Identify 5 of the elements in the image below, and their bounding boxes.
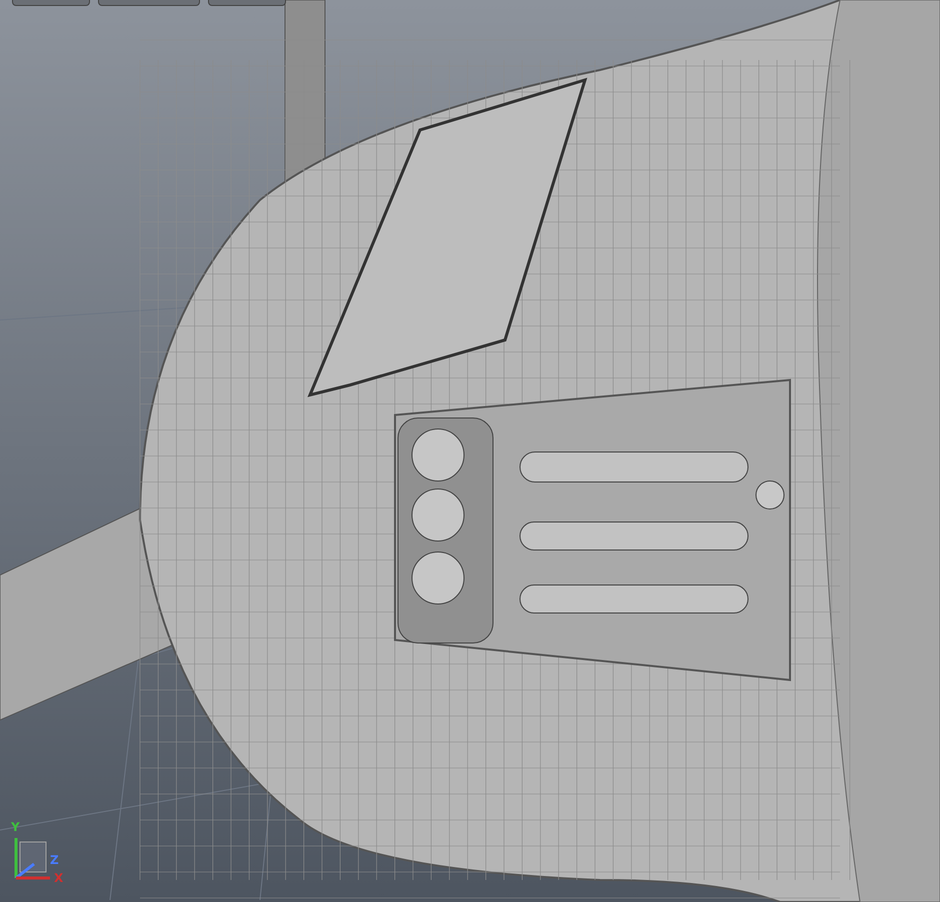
view-cube-icon <box>20 842 46 872</box>
axis-label: Z <box>50 853 59 867</box>
axis-label: X <box>54 871 64 885</box>
3d-viewport[interactable]: Y Z X <box>0 0 940 902</box>
axis-label: Y <box>11 820 20 834</box>
